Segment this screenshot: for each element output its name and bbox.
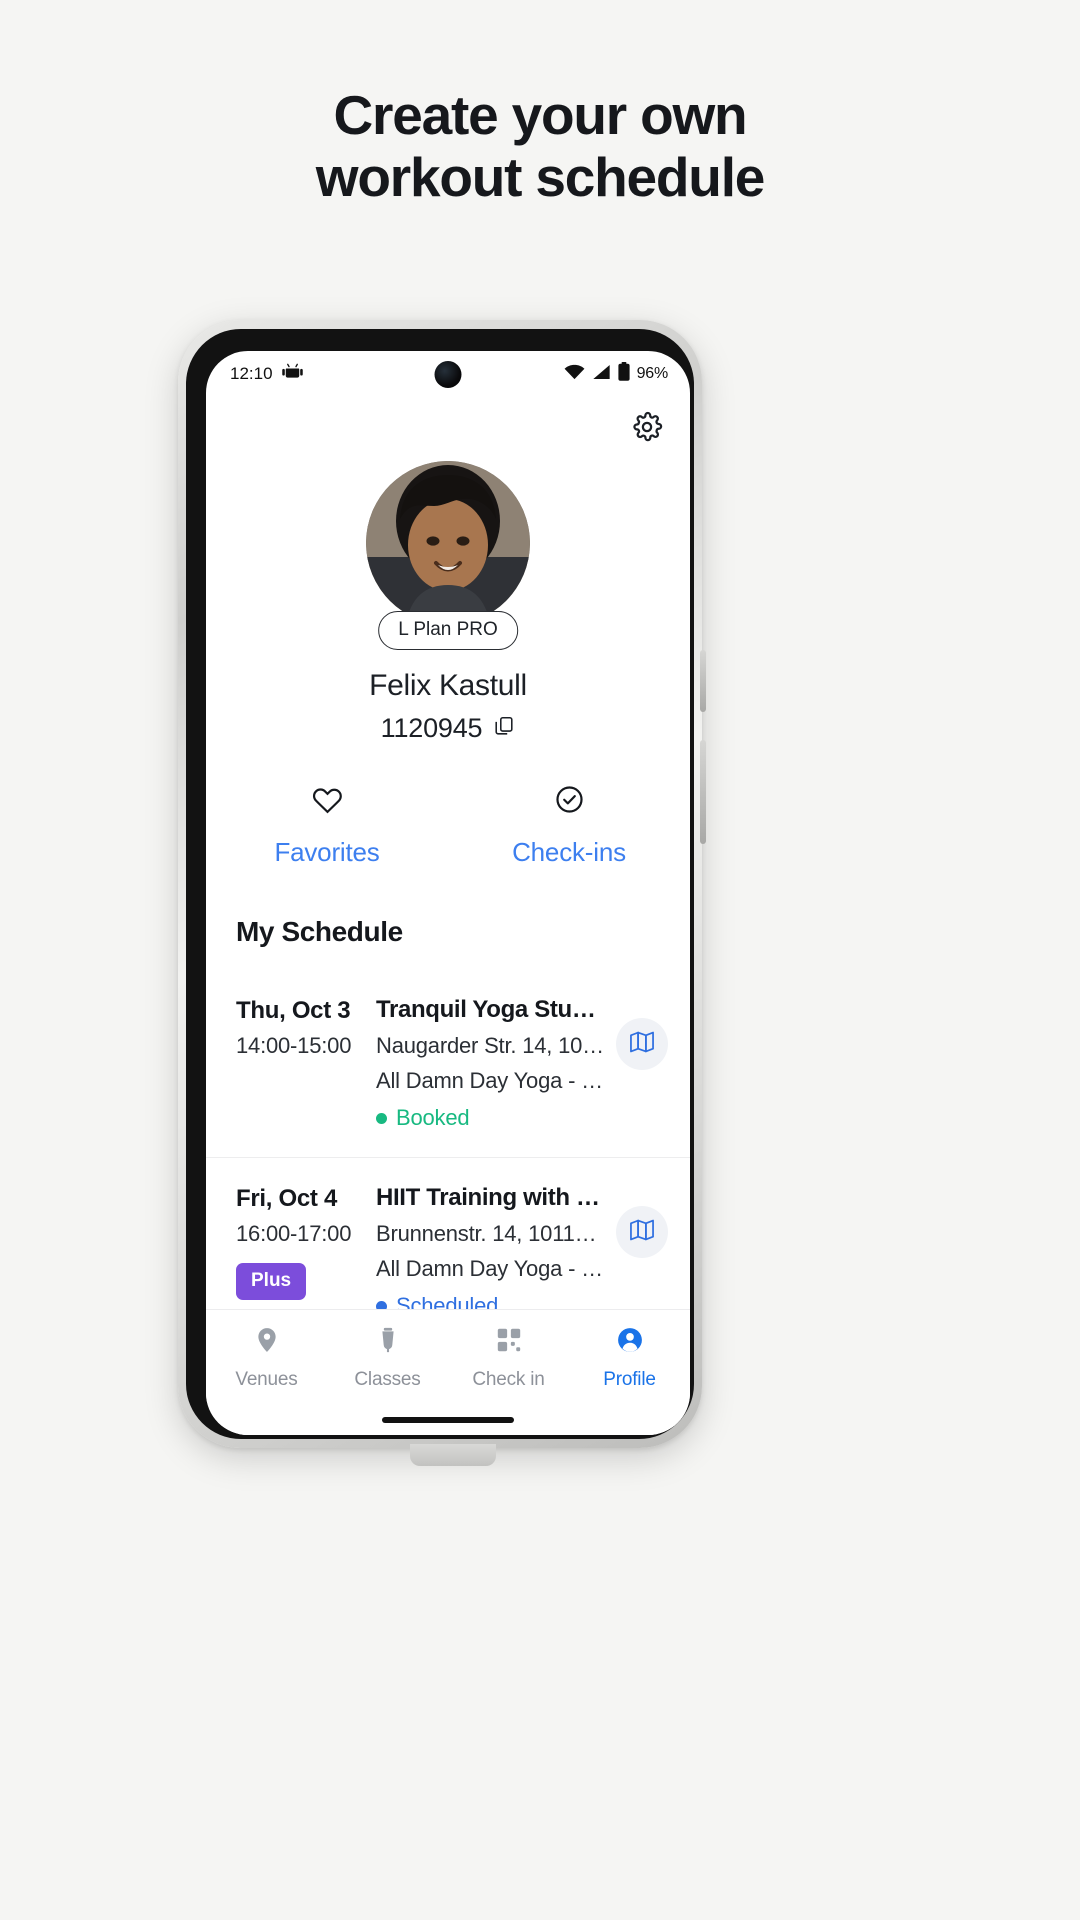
schedule-day: Fri, Oct 4 (236, 1185, 338, 1212)
person-circle-icon (616, 1326, 644, 1359)
phone-bottom-accent (410, 1444, 496, 1466)
app-header (206, 397, 690, 461)
schedule-item-details: Tranquil Yoga Studio Naugarder Str. 14, … (368, 996, 606, 1131)
avatar-wrapper: L Plan PRO (366, 461, 530, 650)
nav-label-profile: Profile (603, 1369, 656, 1390)
status-badge: Booked (376, 1105, 606, 1131)
status-bar: 12:10 96% (206, 351, 690, 397)
map-icon (629, 1217, 655, 1248)
nav-label-venues: Venues (235, 1369, 298, 1390)
map-button[interactable] (616, 1018, 668, 1070)
schedule-venue: HIIT Training with Tim (376, 1184, 606, 1211)
check-circle-icon (554, 784, 585, 820)
schedule-time: 16:00-17:00 (236, 1221, 352, 1246)
schedule-item-left: Fri, Oct 4 16:00-17:00 Plus (236, 1184, 368, 1300)
phone-frame: 12:10 96% L Plan PRO Felix Kastull 11209… (178, 320, 706, 1466)
phone-screen: 12:10 96% L Plan PRO Felix Kastull 11209… (206, 351, 690, 1435)
home-indicator[interactable] (382, 1417, 514, 1423)
schedule-address: Brunnenstr. 14, 10119, Be... (376, 1221, 606, 1246)
page-title: Create your own workout schedule (0, 84, 1080, 208)
copy-icon[interactable] (493, 713, 515, 744)
qr-code-icon (495, 1326, 523, 1359)
nav-item-venues[interactable]: Venues (206, 1326, 327, 1391)
favorites-label: Favorites (274, 837, 380, 867)
nav-item-classes[interactable]: Classes (327, 1326, 448, 1391)
status-label: Booked (396, 1105, 470, 1130)
headline-line-2: workout schedule (315, 146, 766, 209)
location-pin-icon (253, 1326, 281, 1359)
volume-button[interactable] (700, 740, 706, 844)
user-name: Felix Kastull (369, 669, 527, 702)
camera-punch-hole (434, 361, 462, 388)
schedule-title: My Schedule (236, 916, 403, 947)
settings-button[interactable] (630, 411, 664, 448)
headline-line-1: Create your own (333, 84, 748, 146)
schedule-plan: All Damn Day Yoga - 10 k... (376, 1068, 606, 1093)
map-icon (629, 1029, 655, 1060)
schedule-day: Thu, Oct 3 (236, 997, 351, 1024)
checkins-label: Check-ins (512, 837, 626, 867)
status-bar-right: 96% (564, 362, 668, 386)
profile-section: L Plan PRO Felix Kastull 1120945 (206, 461, 690, 744)
checkins-action[interactable]: Check-ins (448, 784, 690, 868)
wifi-icon (564, 364, 585, 385)
map-button[interactable] (616, 1206, 668, 1258)
nav-item-checkin[interactable]: Check in (448, 1326, 569, 1391)
android-robot-icon (281, 363, 303, 385)
schedule-address: Naugarder Str. 14, 10409... (376, 1033, 606, 1058)
status-bar-left: 12:10 (230, 363, 303, 385)
schedule-item-details: HIIT Training with Tim Brunnenstr. 14, 1… (368, 1184, 606, 1319)
phone-bezel: 12:10 96% L Plan PRO Felix Kastull 11209… (186, 329, 694, 1439)
schedule-list: Thu, Oct 3 14:00-15:00 Tranquil Yoga Stu… (206, 970, 690, 1346)
nav-label-checkin: Check in (472, 1369, 545, 1390)
battery-icon (617, 362, 630, 386)
heart-icon (312, 784, 343, 820)
member-id: 1120945 (380, 713, 483, 743)
schedule-venue: Tranquil Yoga Studio (376, 996, 606, 1023)
gear-icon (631, 411, 663, 448)
cellular-signal-icon (592, 364, 611, 385)
avatar[interactable] (366, 461, 530, 625)
plan-badge[interactable]: L Plan PRO (378, 611, 518, 650)
quick-actions: Favorites Check-ins (206, 784, 690, 868)
nav-item-profile[interactable]: Profile (569, 1326, 690, 1391)
power-button[interactable] (700, 650, 706, 712)
status-time: 12:10 (230, 364, 273, 383)
bottom-navigation: Venues Classes Check in Profile (206, 1309, 690, 1435)
plus-badge: Plus (236, 1263, 307, 1300)
schedule-plan: All Damn Day Yoga - 10k... (376, 1256, 606, 1281)
nav-label-classes: Classes (354, 1369, 421, 1390)
favorites-action[interactable]: Favorites (206, 784, 448, 868)
member-id-row[interactable]: 1120945 (381, 713, 516, 744)
schedule-time: 14:00-15:00 (236, 1033, 352, 1058)
status-dot (376, 1112, 387, 1124)
schedule-item[interactable]: Thu, Oct 3 14:00-15:00 Tranquil Yoga Stu… (206, 970, 690, 1158)
schedule-item-left: Thu, Oct 3 14:00-15:00 (236, 996, 368, 1059)
punching-bag-icon (374, 1326, 402, 1359)
promo-screenshot: Create your own workout schedule 12:10 9… (0, 0, 1080, 1920)
battery-percentage: 96% (636, 365, 669, 382)
